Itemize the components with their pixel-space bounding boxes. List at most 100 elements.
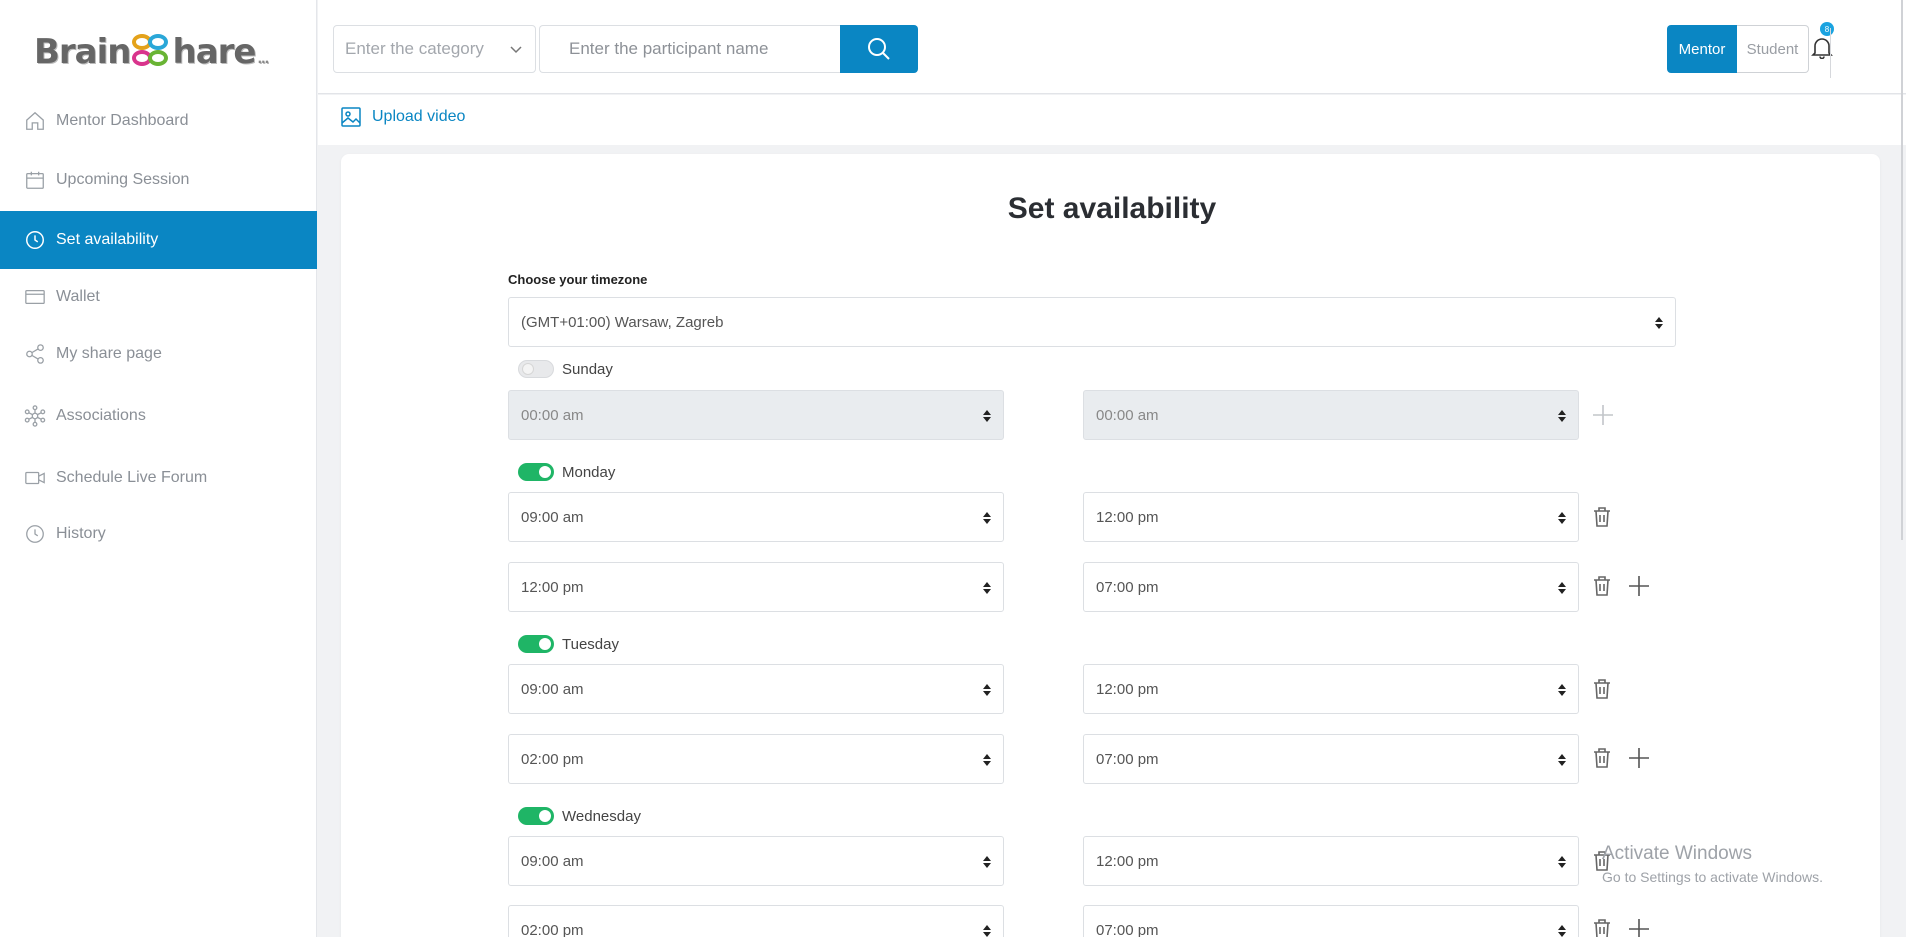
sort-arrows-icon bbox=[983, 856, 991, 868]
sidebar-item-label: Schedule Live Forum bbox=[56, 469, 208, 486]
search-icon bbox=[868, 38, 890, 60]
monday-slot2-delete-button[interactable] bbox=[1589, 572, 1615, 600]
trash-icon bbox=[1594, 576, 1610, 596]
logo-text-right: hare bbox=[172, 32, 257, 72]
wednesday-slot2-delete-button[interactable] bbox=[1589, 915, 1615, 937]
trash-icon bbox=[1594, 679, 1610, 699]
time-value: 00:00 am bbox=[521, 406, 584, 424]
tuesday-slot1-delete-button[interactable] bbox=[1589, 675, 1615, 703]
trash-icon bbox=[1594, 748, 1610, 768]
brainshare-logo[interactable]: Brain hare ... bbox=[34, 30, 269, 74]
sort-arrows-icon bbox=[983, 410, 991, 422]
search-button[interactable] bbox=[840, 25, 918, 73]
sidebar-item-set-availability[interactable]: Set availability bbox=[0, 211, 317, 269]
time-value: 12:00 pm bbox=[1096, 852, 1159, 870]
page-scrollbar-thumb[interactable] bbox=[1901, 0, 1903, 540]
category-select[interactable]: Enter the category bbox=[333, 25, 536, 73]
card-icon bbox=[25, 289, 45, 305]
sort-arrows-icon bbox=[1558, 925, 1566, 937]
tuesday-slot1-end-select[interactable]: 12:00 pm bbox=[1083, 664, 1579, 714]
sort-arrows-icon bbox=[983, 582, 991, 594]
tuesday-slot2-end-select[interactable]: 07:00 pm bbox=[1083, 734, 1579, 784]
time-value: 12:00 pm bbox=[521, 578, 584, 596]
sidebar-item-my-share-page[interactable]: My share page bbox=[0, 325, 317, 383]
top-bar: Enter the category Mentor Student 8 bbox=[318, 0, 1906, 94]
sidebar-item-associations[interactable]: Associations bbox=[0, 387, 317, 445]
wednesday-add-slot-button[interactable] bbox=[1626, 915, 1652, 937]
page-title: Set availability bbox=[1007, 192, 1217, 225]
wednesday-slot1-start-select[interactable]: 09:00 am bbox=[508, 836, 1004, 886]
sort-arrows-icon bbox=[1558, 684, 1566, 696]
sunday-add-slot-button[interactable] bbox=[1590, 401, 1616, 429]
monday-slot2-end-select[interactable]: 07:00 pm bbox=[1083, 562, 1579, 612]
trash-icon bbox=[1594, 507, 1610, 527]
wednesday-slot1-end-select[interactable]: 12:00 pm bbox=[1083, 836, 1579, 886]
upload-video-label: Upload video bbox=[372, 108, 466, 125]
chevron-down-icon bbox=[510, 46, 522, 54]
monday-toggle[interactable] bbox=[518, 463, 554, 481]
monday-slot1-end-select[interactable]: 12:00 pm bbox=[1083, 492, 1579, 542]
sunday-toggle[interactable] bbox=[518, 360, 554, 378]
watermark-subtitle: Go to Settings to activate Windows. bbox=[1602, 869, 1823, 885]
tuesday-slot1-start-select[interactable]: 09:00 am bbox=[508, 664, 1004, 714]
day-row-wednesday: Wednesday bbox=[518, 807, 641, 825]
tuesday-slot2-delete-button[interactable] bbox=[1589, 744, 1615, 772]
sidebar-item-upcoming-session[interactable]: Upcoming Session bbox=[0, 151, 317, 209]
tuesday-add-slot-button[interactable] bbox=[1626, 744, 1652, 772]
home-icon bbox=[26, 111, 44, 130]
upload-video-link[interactable]: Upload video bbox=[340, 106, 465, 128]
plus-icon bbox=[1629, 576, 1649, 596]
logo-rings-icon bbox=[131, 34, 172, 70]
plus-icon bbox=[1629, 919, 1649, 937]
sidebar-item-label: Set availability bbox=[56, 231, 159, 248]
tuesday-slot2-start-select[interactable]: 02:00 pm bbox=[508, 734, 1004, 784]
sort-arrows-icon bbox=[1558, 410, 1566, 422]
plus-icon bbox=[1629, 748, 1649, 768]
time-value: 00:00 am bbox=[1096, 406, 1159, 424]
sidebar-item-label: Mentor Dashboard bbox=[56, 112, 189, 129]
sidebar-item-mentor-dashboard[interactable]: Mentor Dashboard bbox=[0, 92, 317, 150]
student-role-button[interactable]: Student bbox=[1737, 25, 1809, 73]
history-icon bbox=[26, 525, 44, 543]
sidebar-item-label: My share page bbox=[56, 345, 162, 362]
monday-slot2-start-select[interactable]: 12:00 pm bbox=[508, 562, 1004, 612]
sort-arrows-icon bbox=[1655, 317, 1663, 329]
trash-icon bbox=[1594, 919, 1610, 937]
notifications-button[interactable] bbox=[1811, 35, 1835, 61]
day-label: Tuesday bbox=[562, 635, 619, 653]
wednesday-slot2-start-select[interactable]: 02:00 pm bbox=[508, 905, 1004, 937]
watermark-title: Activate Windows bbox=[1602, 843, 1752, 864]
sidebar-item-label: Wallet bbox=[56, 288, 100, 305]
clock-icon bbox=[26, 231, 44, 249]
sidebar-item-label: Associations bbox=[56, 407, 146, 424]
sunday-start-time-select[interactable]: 00:00 am bbox=[508, 390, 1004, 440]
sort-arrows-icon bbox=[983, 684, 991, 696]
wednesday-toggle[interactable] bbox=[518, 807, 554, 825]
sunday-end-time-select[interactable]: 00:00 am bbox=[1083, 390, 1579, 440]
wednesday-slot2-end-select[interactable]: 07:00 pm bbox=[1083, 905, 1579, 937]
day-label: Wednesday bbox=[562, 807, 641, 825]
sidebar-item-schedule-live-forum[interactable]: Schedule Live Forum bbox=[0, 449, 317, 507]
sort-arrows-icon bbox=[983, 512, 991, 524]
mentor-role-button[interactable]: Mentor bbox=[1667, 25, 1737, 73]
monday-add-slot-button[interactable] bbox=[1626, 572, 1652, 600]
sort-arrows-icon bbox=[1558, 856, 1566, 868]
time-value: 02:00 pm bbox=[521, 750, 584, 768]
timezone-label: Choose your timezone bbox=[508, 272, 648, 287]
logo-tail: ... bbox=[257, 52, 269, 66]
day-row-monday: Monday bbox=[518, 463, 615, 481]
sidebar-item-history[interactable]: History bbox=[0, 505, 317, 563]
monday-slot1-start-select[interactable]: 09:00 am bbox=[508, 492, 1004, 542]
role-toggle: Mentor Student bbox=[1667, 25, 1809, 73]
calendar-icon bbox=[26, 171, 44, 189]
sidebar-item-label: Upcoming Session bbox=[56, 171, 190, 188]
day-row-sunday: Sunday bbox=[518, 360, 613, 378]
sort-arrows-icon bbox=[983, 754, 991, 766]
tuesday-toggle[interactable] bbox=[518, 635, 554, 653]
sort-arrows-icon bbox=[1558, 754, 1566, 766]
participant-search-input[interactable] bbox=[539, 25, 841, 73]
monday-slot1-delete-button[interactable] bbox=[1589, 503, 1615, 531]
sidebar-item-wallet[interactable]: Wallet bbox=[0, 268, 317, 326]
timezone-select[interactable]: (GMT+01:00) Warsaw, Zagreb bbox=[508, 297, 1676, 347]
time-value: 09:00 am bbox=[521, 852, 584, 870]
